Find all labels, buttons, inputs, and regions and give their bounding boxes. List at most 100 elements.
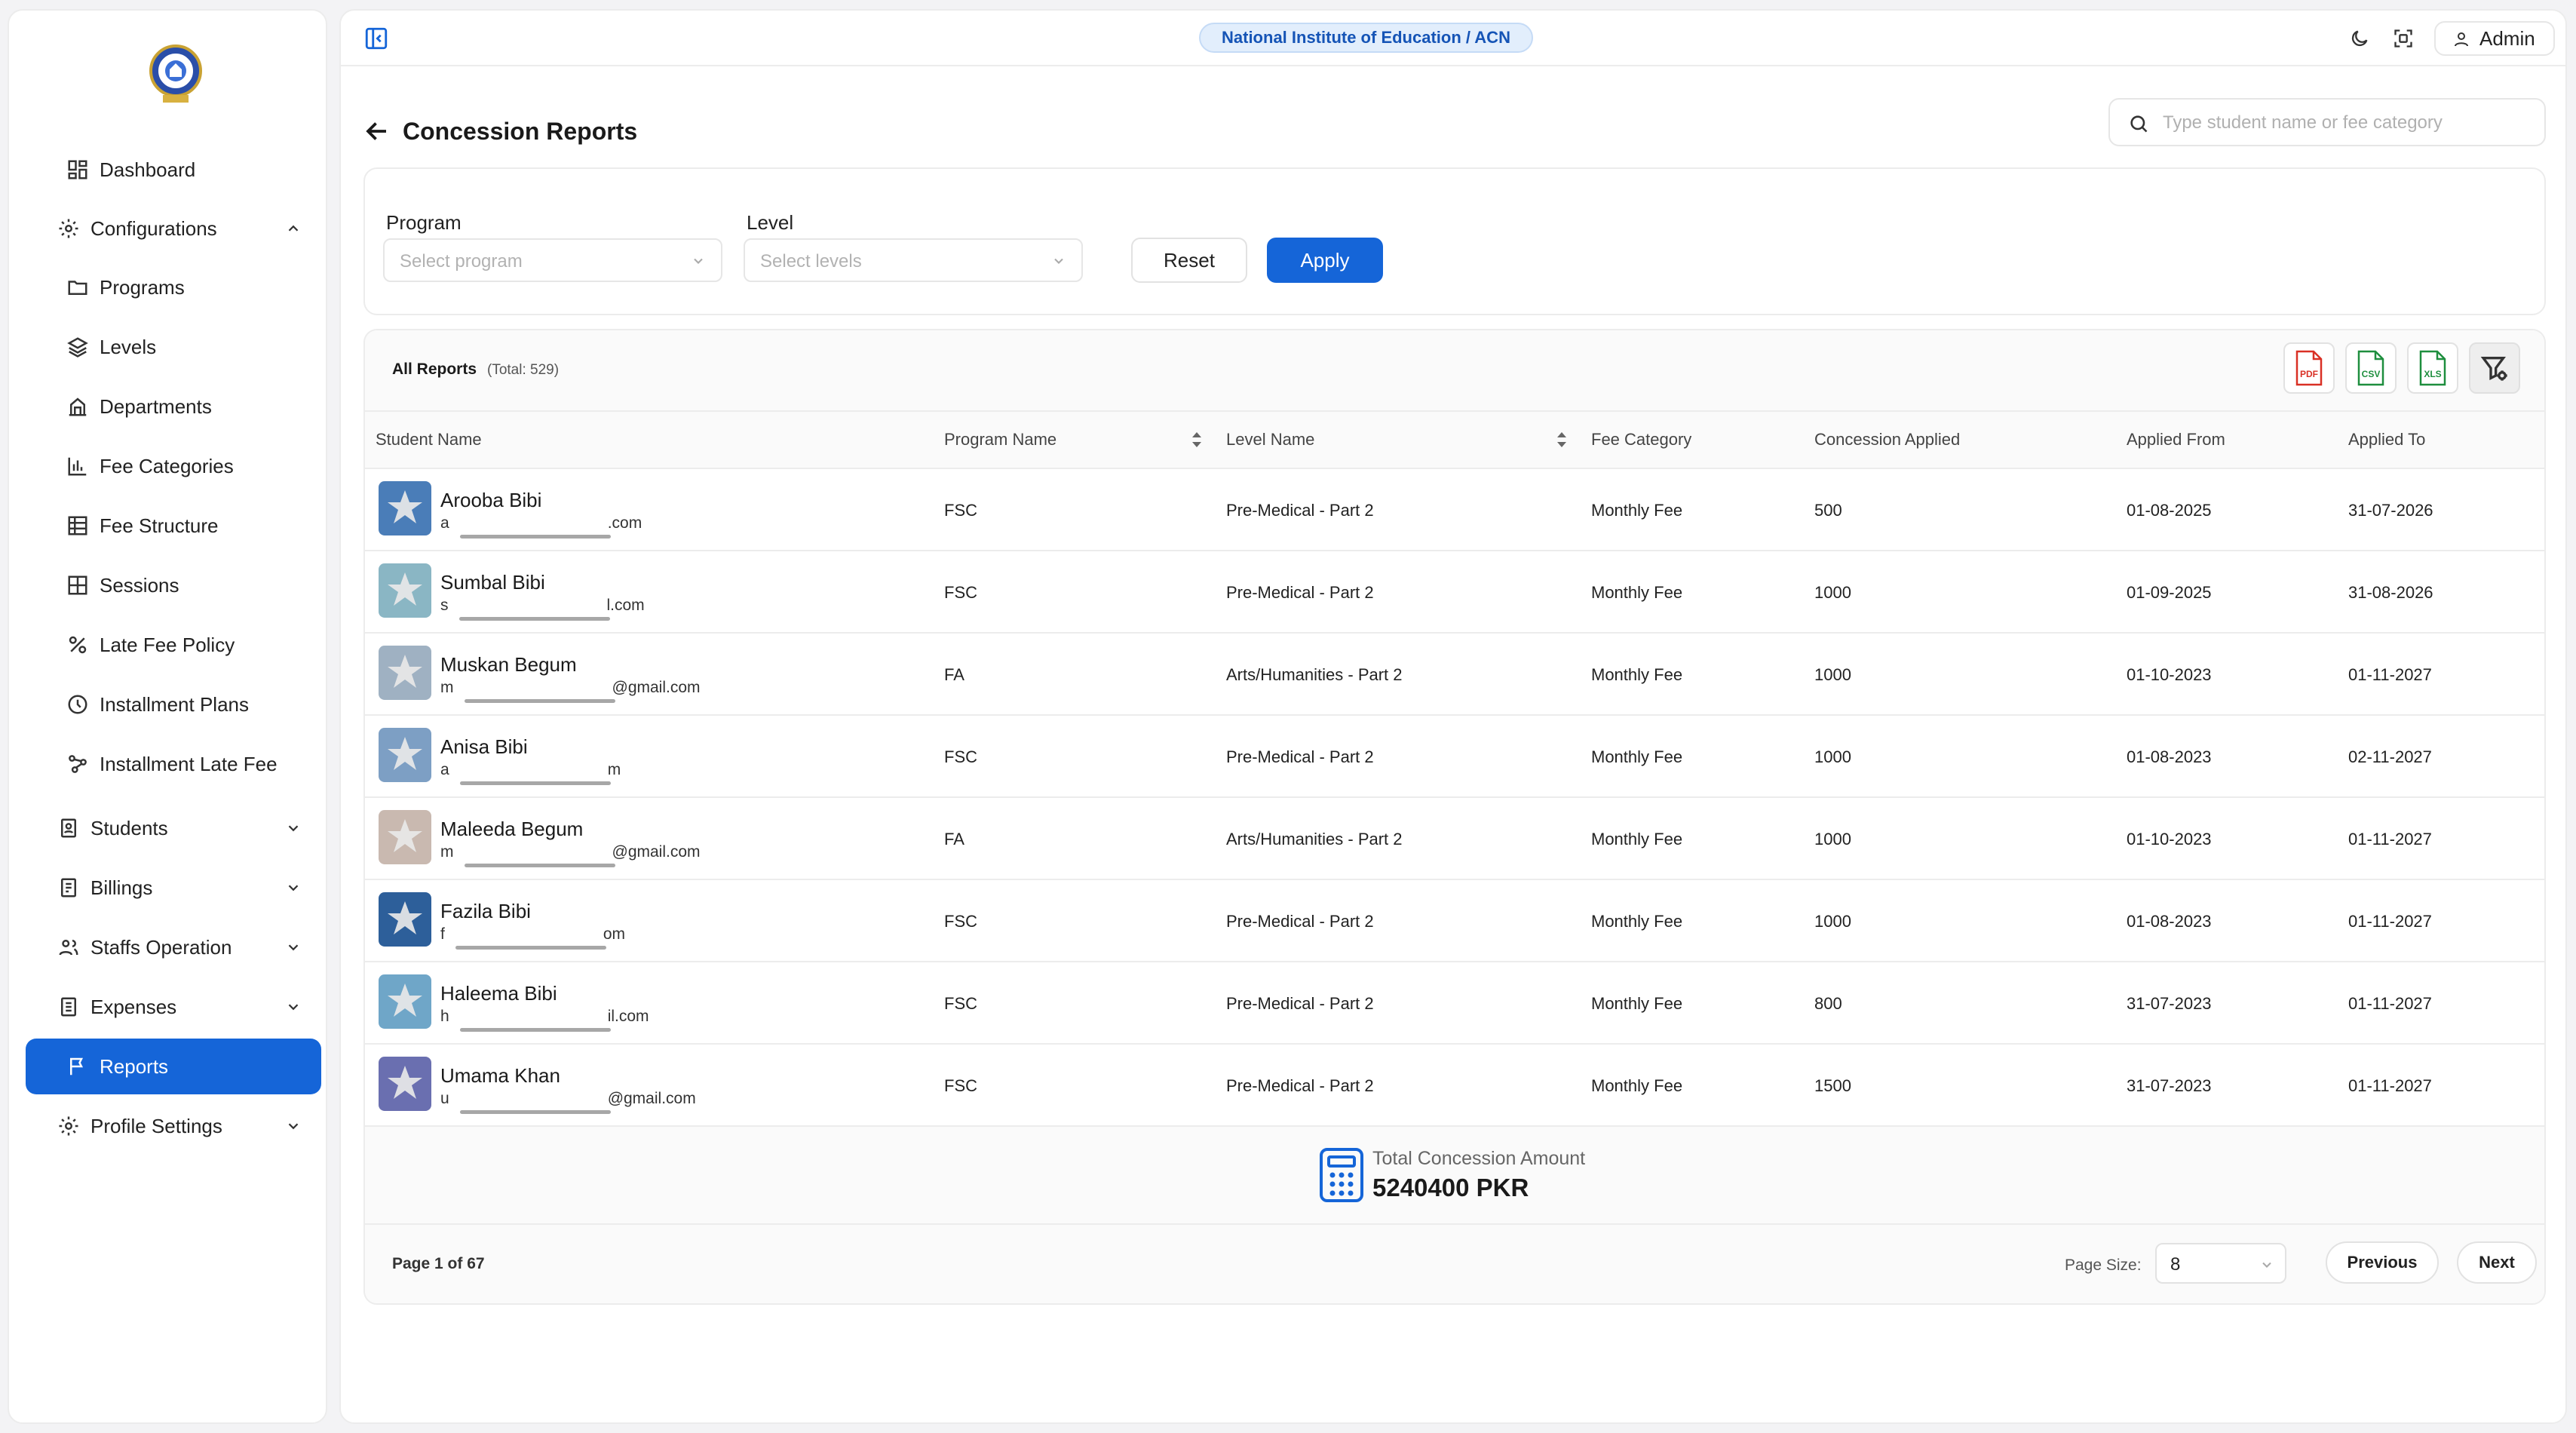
sidebar-item-label: Late Fee Policy <box>100 633 235 656</box>
sort-icon[interactable] <box>1190 428 1204 451</box>
student-name: Haleema Bibi <box>440 982 557 1005</box>
applied-to-cell: 02-11-2027 <box>2348 747 2432 766</box>
sidebar-item-sessions[interactable]: Sessions <box>26 557 321 613</box>
email-redaction <box>459 1028 611 1032</box>
sidebar-item-installment-late-fee[interactable]: Installment Late Fee <box>26 736 321 792</box>
table-row[interactable]: Haleema Bibi h il.com FSC Pre-Medical - P… <box>365 962 2544 1045</box>
apply-button[interactable]: Apply <box>1267 238 1383 283</box>
next-button[interactable]: Next <box>2457 1241 2537 1284</box>
column-header[interactable]: Fee Category <box>1591 430 1691 450</box>
applied-from-cell: 01-10-2023 <box>2127 830 2212 848</box>
user-menu-button[interactable]: Admin <box>2434 21 2555 56</box>
table-row[interactable]: Arooba Bibi a .com FSC Pre-Medical - Part… <box>365 469 2544 551</box>
column-header[interactable]: Applied From <box>2127 430 2225 450</box>
level-cell: Pre-Medical - Part 2 <box>1226 1076 1374 1095</box>
export-pdf-button[interactable]: PDF <box>2283 342 2335 394</box>
program-select[interactable]: Select program <box>383 238 722 282</box>
sidebar-collapse-icon[interactable] <box>363 26 389 51</box>
sidebar-item-profile-settings[interactable]: Profile Settings <box>26 1098 321 1154</box>
table-row[interactable]: Maleeda Begum m @gmail.com FA Arts/Humani… <box>365 798 2544 880</box>
sidebar-item-label: Staffs Operation <box>90 935 232 959</box>
table-row[interactable]: Muskan Begum m @gmail.com FA Arts/Humanit… <box>365 634 2544 716</box>
student-email: h il.com <box>440 1008 649 1032</box>
previous-button[interactable]: Previous <box>2326 1241 2439 1284</box>
gear-icon <box>57 1115 80 1137</box>
sort-icon[interactable] <box>1555 428 1569 451</box>
sidebar-item-reports[interactable]: Reports <box>26 1039 321 1094</box>
search-icon <box>2128 113 2149 134</box>
table-row[interactable]: Sumbal Bibi s l.com FSC Pre-Medical - Par… <box>365 551 2544 634</box>
fullscreen-icon[interactable] <box>2390 26 2416 51</box>
student-email: m @gmail.com <box>440 843 701 867</box>
sidebar-item-students[interactable]: Students <box>26 800 321 856</box>
dark-mode-icon[interactable] <box>2347 26 2372 51</box>
export-xls-button[interactable]: XLS <box>2407 342 2458 394</box>
sidebar-item-label: Profile Settings <box>90 1114 222 1137</box>
column-header[interactable]: Concession Applied <box>1814 430 1960 450</box>
email-redaction <box>464 864 615 867</box>
fee-category-cell: Monthly Fee <box>1591 912 1683 931</box>
student-email: s l.com <box>440 597 645 621</box>
concession-cell: 1000 <box>1814 912 1851 931</box>
sidebar-item-configurations[interactable]: Configurations <box>26 201 321 256</box>
export-csv-button[interactable]: CSV <box>2345 342 2397 394</box>
fee-category-cell: Monthly Fee <box>1591 747 1683 766</box>
sidebar-item-billings[interactable]: Billings <box>26 860 321 916</box>
program-cell: FSC <box>944 1076 977 1095</box>
top-bar: National Institute of Education / ACN Ad… <box>341 11 2565 66</box>
chevron-down-icon <box>285 820 302 836</box>
applied-to-cell: 01-11-2027 <box>2348 1076 2432 1095</box>
page-header: Concession Reports <box>363 109 637 154</box>
table-row[interactable]: Fazila Bibi f om FSC Pre-Medical - Part 2… <box>365 880 2544 962</box>
level-select[interactable]: Select levels <box>744 238 1083 282</box>
sidebar-item-label: Programs <box>100 275 185 299</box>
svg-text:PDF: PDF <box>2300 369 2318 379</box>
sidebar-item-installment-plans[interactable]: Installment Plans <box>26 677 321 732</box>
sidebar-item-expenses[interactable]: Expenses <box>26 979 321 1035</box>
column-header[interactable]: Program Name <box>944 430 1056 450</box>
sidebar-item-fee-structure[interactable]: Fee Structure <box>26 498 321 554</box>
chevron-down-icon <box>691 253 706 268</box>
level-cell: Pre-Medical - Part 2 <box>1226 583 1374 602</box>
sidebar-item-late-fee-policy[interactable]: Late Fee Policy <box>26 617 321 673</box>
sidebar-item-fee-categories[interactable]: Fee Categories <box>26 438 321 494</box>
chevron-down-icon <box>2259 1257 2274 1272</box>
filter-card: Program Select program Level Select leve… <box>363 167 2546 315</box>
column-header[interactable]: Student Name <box>376 430 482 450</box>
reset-button[interactable]: Reset <box>1131 238 1247 283</box>
total-summary: Total Concession Amount 5240400 PKR <box>365 1127 2544 1225</box>
sidebar-item-label: Students <box>90 816 168 839</box>
applied-from-cell: 01-08-2023 <box>2127 912 2212 931</box>
sidebar-item-levels[interactable]: Levels <box>26 319 321 375</box>
search-input[interactable] <box>2163 104 2532 142</box>
bar-chart-icon <box>66 455 89 477</box>
sidebar-item-programs[interactable]: Programs <box>26 259 321 315</box>
column-filter-button[interactable] <box>2469 342 2520 394</box>
student-email: am <box>440 761 621 785</box>
clock-icon <box>66 693 89 716</box>
fee-category-cell: Monthly Fee <box>1591 1076 1683 1095</box>
sidebar-item-label: Sessions <box>100 573 179 597</box>
sidebar-item-staffs-operation[interactable]: Staffs Operation <box>26 919 321 975</box>
column-header[interactable]: Applied To <box>2348 430 2425 450</box>
folder-icon <box>66 276 89 299</box>
fee-category-cell: Monthly Fee <box>1591 830 1683 848</box>
sidebar-item-dashboard[interactable]: Dashboard <box>26 142 321 198</box>
nodes-icon <box>66 753 89 775</box>
column-header[interactable]: Level Name <box>1226 430 1314 450</box>
fee-category-cell: Monthly Fee <box>1591 501 1683 520</box>
sidebar-item-label: Fee Categories <box>100 454 234 477</box>
table-row[interactable]: Umama Khan u @gmail.com FSC Pre-Medical -… <box>365 1045 2544 1127</box>
avatar <box>379 892 431 947</box>
pagination: Page 1 of 67 Page Size: 8 Previous Next <box>365 1225 2544 1303</box>
fee-category-cell: Monthly Fee <box>1591 994 1683 1013</box>
sidebar-item-departments[interactable]: Departments <box>26 379 321 434</box>
back-arrow-icon[interactable] <box>363 118 391 145</box>
dashboard-icon <box>66 158 89 181</box>
sidebar-item-label: Installment Late Fee <box>100 752 278 775</box>
program-cell: FSC <box>944 583 977 602</box>
table-row[interactable]: Anisa Bibi am FSC Pre-Medical - Part 2 M… <box>365 716 2544 798</box>
applied-to-cell: 31-08-2026 <box>2348 583 2433 602</box>
page-size-select[interactable]: 8 <box>2155 1243 2286 1284</box>
page-size-value: 8 <box>2170 1254 2181 1275</box>
